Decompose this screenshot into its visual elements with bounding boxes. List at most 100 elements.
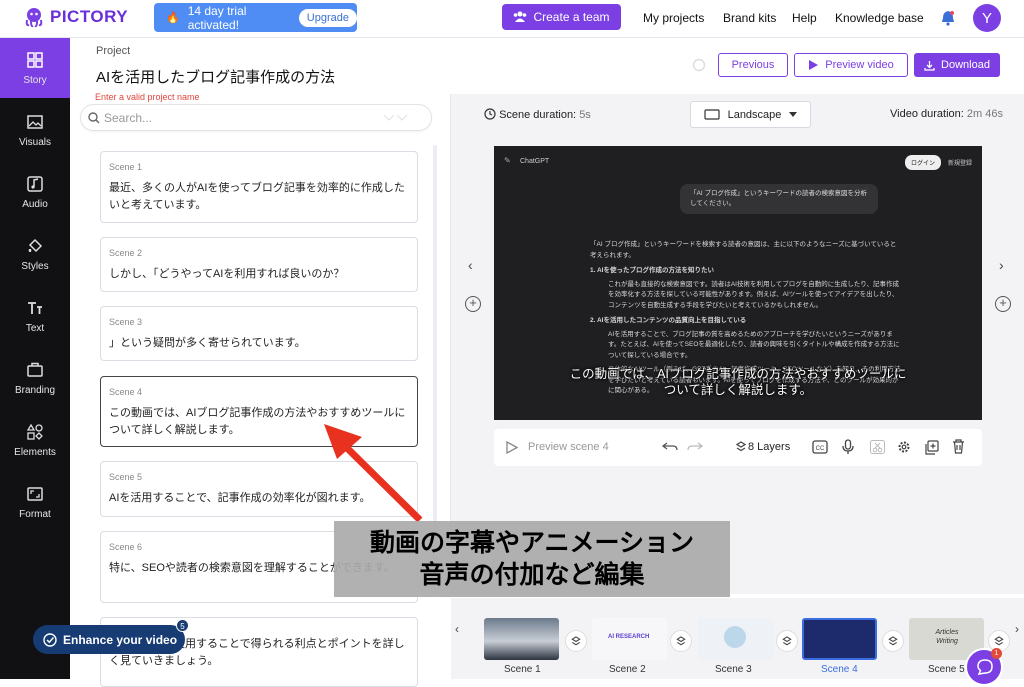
timeline-next-icon[interactable]: › <box>1015 622 1019 636</box>
scene-card-2[interactable]: Scene 2 しかし、「どうやってAIを利用すれば良いのか？ <box>100 237 418 292</box>
clock-icon <box>484 108 496 120</box>
user-avatar[interactable]: Y <box>973 4 1001 32</box>
timeline-thumb-1[interactable] <box>484 618 559 660</box>
scene-card-5[interactable]: Scene 5 AIを活用することで、記事作成の効率化が図れます。 <box>100 461 418 517</box>
chat-badge: 1 <box>991 648 1002 659</box>
sidebar-label-story: Story <box>23 74 47 86</box>
video-preview[interactable]: ✎ ChatGPT ログイン 新規登録 「AI ブログ作成」というキーワードの読… <box>494 146 982 420</box>
scene-duration-label: Scene duration: <box>499 109 577 121</box>
upgrade-button[interactable]: Upgrade <box>298 8 357 27</box>
scene-card-3[interactable]: Scene 3 」という疑問が多く寄せられています。 <box>100 306 418 361</box>
undo-icon[interactable] <box>662 441 678 453</box>
video-app-label: ChatGPT <box>520 158 550 165</box>
trash-icon[interactable] <box>952 439 965 454</box>
scene-number: Scene 5 <box>109 472 143 482</box>
aspect-icon <box>27 486 43 501</box>
loading-spinner-icon <box>692 58 706 72</box>
duplicate-icon[interactable] <box>924 440 939 455</box>
sidebar-item-elements[interactable]: Elements <box>0 410 70 470</box>
scene-text[interactable]: この動画では、AIブログ記事作成の方法やおすすめツールについて詳しく解説します。 <box>109 405 409 439</box>
scene-card-4[interactable]: Scene 4 この動画では、AIブログ記事作成の方法やおすすめツールについて詳… <box>100 376 418 447</box>
chat-support-button[interactable]: 1 <box>965 648 1003 686</box>
nav-knowledge-base[interactable]: Knowledge base <box>835 11 924 25</box>
chat-bubble-icon <box>977 659 993 675</box>
svg-text:CC: CC <box>816 446 825 452</box>
search-icon <box>88 112 100 124</box>
gear-icon[interactable] <box>897 440 911 454</box>
sidebar-item-story[interactable]: Story <box>0 38 70 98</box>
preview-scene-label[interactable]: Preview scene 4 <box>528 441 609 453</box>
timeline-thumb-2[interactable]: AI RESEARCH <box>592 618 667 660</box>
scene-text[interactable]: 最近、多くの人がAIを使ってブログ記事を効率的に作成したいと考えています。 <box>109 180 409 214</box>
video-login-label: ログイン <box>905 155 942 170</box>
project-title-input[interactable]: AIを活用したブログ記事作成の方法 <box>96 66 335 87</box>
scene-number: Scene 3 <box>109 317 143 327</box>
search-placeholder: Search... <box>104 111 153 125</box>
next-scene-arrow-icon[interactable]: › <box>999 257 1004 273</box>
timeline-label-3: Scene 3 <box>715 664 752 675</box>
sidebar-item-visuals[interactable]: Visuals <box>0 100 70 160</box>
thumb-2-text: AI RESEARCH <box>608 634 650 640</box>
sidebar-item-branding[interactable]: Branding <box>0 348 70 408</box>
search-input[interactable]: Search... <box>80 104 432 131</box>
grid-icon <box>27 51 43 68</box>
sidebar-item-format[interactable]: Format <box>0 472 70 532</box>
enhance-count-badge: 5 <box>176 619 189 632</box>
scene-text[interactable]: AIを活用することで、記事作成の効率化が図れます。 <box>109 490 409 507</box>
scene-text[interactable]: 」という疑問が多く寄せられています。 <box>109 335 409 352</box>
video-duration-value: 2m 46s <box>966 108 1003 120</box>
preview-video-button[interactable]: Preview video <box>794 53 908 77</box>
timeline-layers-icon[interactable] <box>882 630 904 652</box>
trial-banner: 🔥 14 day trial activated! Upgrade <box>154 3 357 32</box>
notification-bell-icon[interactable] <box>941 10 955 26</box>
create-team-button[interactable]: Create a team <box>502 4 621 30</box>
scene-number: Scene 4 <box>109 387 143 397</box>
microphone-icon[interactable] <box>842 439 854 455</box>
timeline-thumb-3[interactable] <box>698 618 773 660</box>
timeline-thumb-4[interactable] <box>802 618 877 660</box>
chevrons-icon[interactable] <box>383 114 409 122</box>
timeline-layers-icon[interactable] <box>776 630 798 652</box>
sidebar-label-format: Format <box>19 508 51 520</box>
nav-brand-kits[interactable]: Brand kits <box>723 11 776 25</box>
scene-text[interactable]: しかし、「どうやってAIを利用すれば良いのか？ <box>109 266 409 283</box>
timeline-label-4: Scene 4 <box>821 664 858 675</box>
music-icon <box>27 175 43 192</box>
edit-icon: ✎ <box>504 156 511 165</box>
timeline-layers-icon[interactable] <box>565 630 587 652</box>
add-scene-after-icon[interactable]: + <box>995 296 1011 312</box>
subtitle-line-2: ついて詳しく解説します。 <box>663 383 813 397</box>
orientation-select[interactable]: Landscape <box>690 101 811 128</box>
download-button[interactable]: Download <box>914 53 1000 77</box>
play-scene-icon[interactable] <box>506 441 518 454</box>
video-answer-h1: 1. AIを使ったブログ作成の方法を知りたい <box>590 267 714 274</box>
octopus-logo-icon <box>25 8 43 28</box>
layers-icon <box>736 441 746 452</box>
prev-scene-arrow-icon[interactable]: ‹ <box>468 257 473 273</box>
annotation-line-2: 音声の付加など編集 <box>419 560 645 589</box>
video-duration-label: Video duration: <box>890 108 964 120</box>
sidebar-item-text[interactable]: Text <box>0 286 70 346</box>
previous-button[interactable]: Previous <box>718 53 788 77</box>
player-controls: Preview scene 4 8 Layers CC <box>494 429 982 466</box>
nav-help[interactable]: Help <box>792 11 817 25</box>
sidebar-item-styles[interactable]: Styles <box>0 224 70 284</box>
add-scene-before-icon[interactable]: + <box>465 296 481 312</box>
layers-button[interactable]: 8 Layers <box>748 441 790 453</box>
pictory-logo[interactable]: PICTORY <box>22 5 128 29</box>
timeline-layers-icon[interactable] <box>670 630 692 652</box>
team-icon <box>514 11 527 22</box>
image-icon <box>27 114 43 129</box>
enhance-video-button[interactable]: Enhance your video <box>33 625 185 654</box>
briefcase-icon <box>27 362 43 377</box>
redo-icon[interactable] <box>687 441 703 453</box>
scissors-icon[interactable] <box>870 440 885 454</box>
landscape-icon <box>703 109 720 120</box>
scene-card-1[interactable]: Scene 1 最近、多くの人がAIを使ってブログ記事を効率的に作成したいと考え… <box>100 151 418 223</box>
closed-captions-icon[interactable]: CC <box>812 440 828 454</box>
sidebar-item-audio[interactable]: Audio <box>0 162 70 222</box>
nav-my-projects[interactable]: My projects <box>643 11 704 25</box>
video-answer-p1: これが最も直接的な検索意図です。読者はAI技術を利用してブログを自動的に生成した… <box>608 280 900 309</box>
timeline-prev-icon[interactable]: ‹ <box>455 622 459 636</box>
sidebar-label-elements: Elements <box>14 446 56 458</box>
